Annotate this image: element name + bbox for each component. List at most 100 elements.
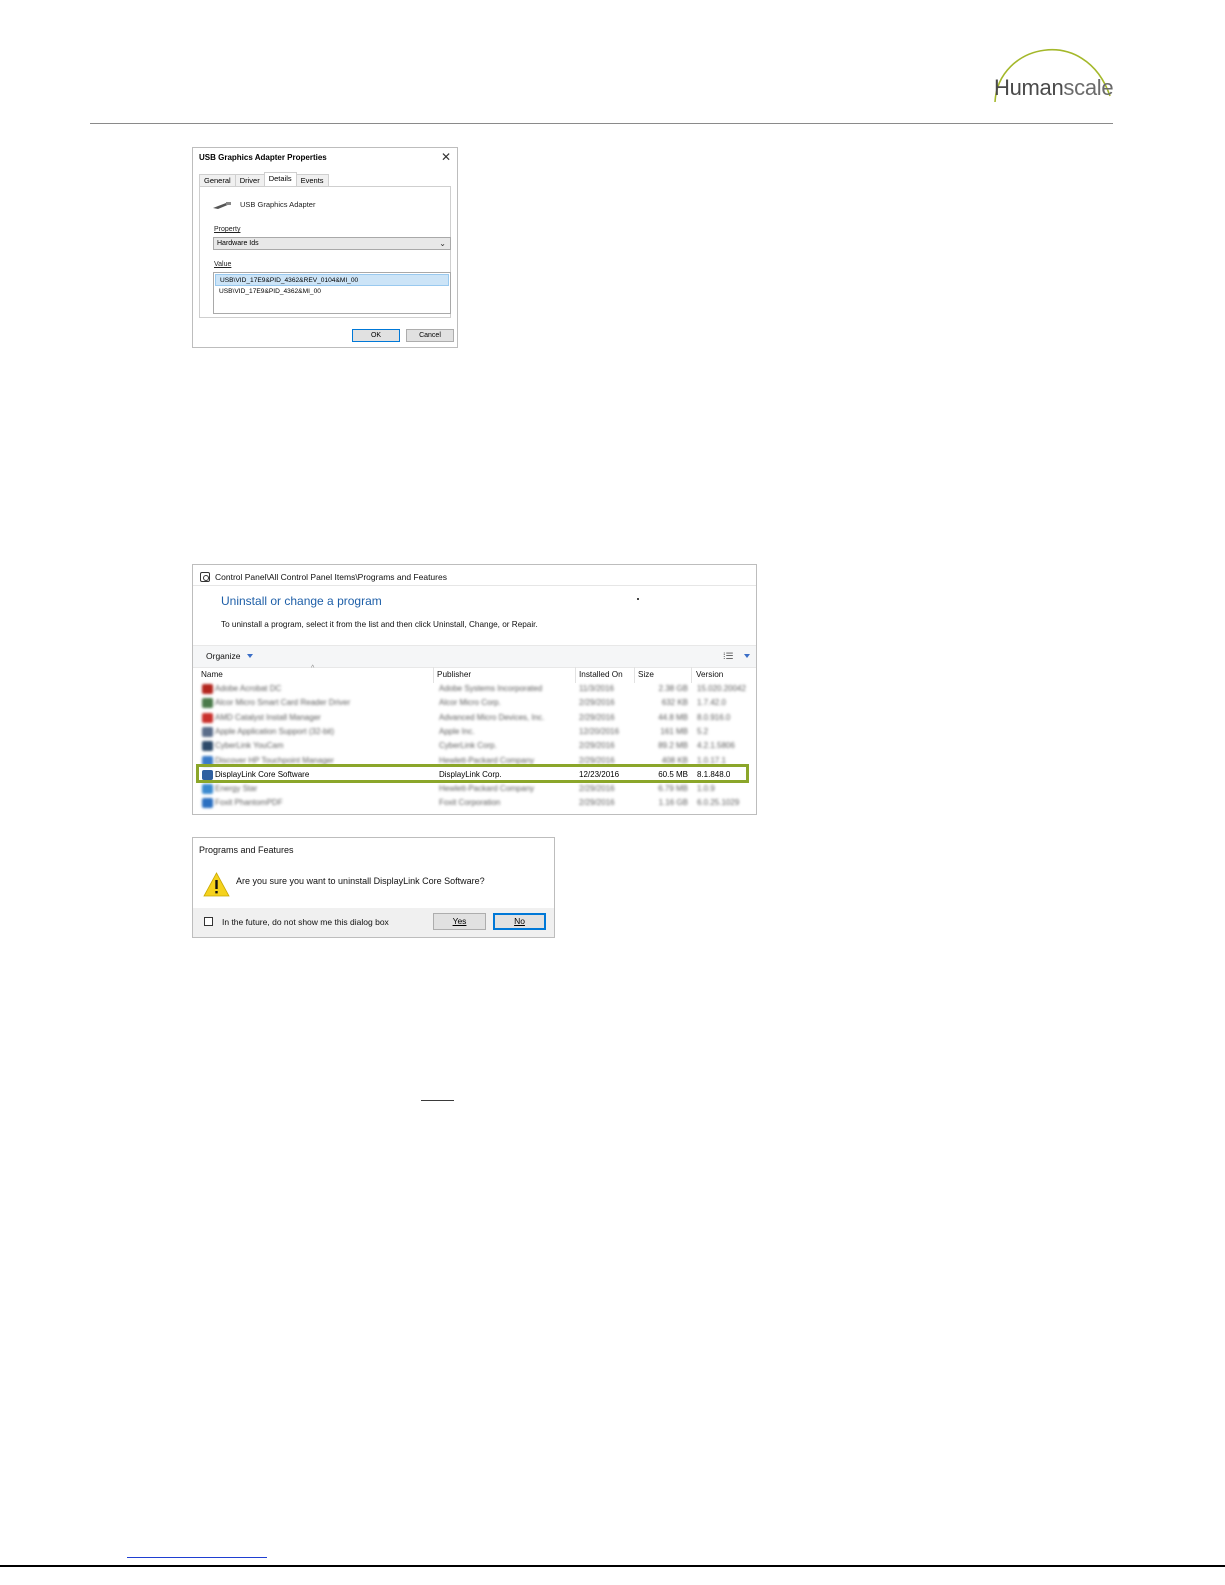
humanscale-logo: Humanscale (994, 75, 1114, 101)
address-path[interactable]: Control Panel\All Control Panel Items\Pr… (215, 572, 447, 582)
logo-part-scale: scale (1063, 75, 1114, 100)
logo-part-human: Human (994, 75, 1064, 100)
cancel-button[interactable]: Cancel (406, 329, 454, 342)
column-header-installed-on[interactable]: Installed On (579, 670, 623, 679)
program-size: 44.8 MB (658, 712, 688, 722)
page-title: Uninstall or change a program (221, 594, 382, 608)
dont-show-checkbox[interactable] (204, 917, 213, 926)
program-size: 632 KB (661, 698, 688, 708)
column-header-name[interactable]: Name (201, 670, 223, 679)
program-installed: 11/3/2016 (579, 684, 614, 693)
value-label: Value (214, 261, 232, 268)
dialog-title: USB Graphics Adapter Properties (199, 153, 327, 162)
programs-and-features-window: Control Panel\All Control Panel Items\Pr… (192, 564, 757, 815)
uninstall-confirm-dialog: Programs and Features Are you sure you w… (192, 837, 555, 938)
program-row[interactable]: Apple Application Support (32-bit) Apple … (193, 725, 756, 739)
program-row[interactable]: CyberLink YouCam CyberLink Corp. 2/29/2016… (193, 739, 756, 753)
page-description: To uninstall a program, select it from t… (221, 620, 538, 629)
program-icon (202, 798, 213, 809)
program-icon (202, 698, 213, 709)
caret-down-icon[interactable] (744, 654, 750, 658)
program-publisher: Advanced Micro Devices, Inc. (439, 712, 545, 722)
program-name: Apple Application Support (32-bit) (215, 726, 335, 736)
program-installed: 2/29/2016 (579, 741, 615, 751)
program-installed: 2/29/2016 (579, 798, 615, 808)
program-version: 1.7.42.0 (697, 698, 726, 708)
program-size: 1.16 GB (658, 798, 688, 808)
program-size: 161 MB (660, 726, 688, 736)
program-icon (202, 741, 213, 752)
footer-divider (0, 1565, 1225, 1567)
program-version: 6.0.25.1029 (697, 798, 740, 808)
program-installed: 12/20/2016 (579, 726, 620, 736)
program-name: Alcor Micro Smart Card Reader Driver (215, 698, 351, 708)
column-separator (691, 667, 692, 683)
program-row[interactable]: Energy Star Hewlett-Packard Company 2/29/2… (193, 782, 756, 796)
program-icon (202, 726, 213, 737)
toolbar: Organize ⁞☰ (193, 645, 756, 668)
program-icon (202, 684, 213, 694)
column-separator (575, 667, 576, 683)
program-installed: 2/29/2016 (579, 698, 615, 708)
program-row[interactable]: Adobe Acrobat DC Adobe Systems Incorporat… (193, 682, 756, 696)
program-publisher: Foxit Corporation (439, 798, 501, 808)
underline-fragment (421, 1100, 454, 1101)
view-options-icon[interactable]: ⁞☰ (723, 651, 734, 662)
sort-indicator-icon: ^ (311, 665, 315, 672)
column-header-version[interactable]: Version (696, 670, 723, 679)
confirm-message: Are you sure you want to uninstall Displ… (236, 876, 485, 886)
value-item-selected[interactable]: USB\VID_17E9&PID_4362&REV_0104&MI_00 (215, 274, 449, 286)
dialog-title: Programs and Features (199, 845, 294, 855)
program-name: Foxit PhantomPDF (215, 798, 283, 808)
program-row[interactable]: AMD Catalyst Install Manager Advanced Mic… (193, 711, 756, 725)
program-version: 5.2 (697, 726, 709, 736)
column-header-size[interactable]: Size (638, 670, 654, 679)
yes-button-label: Yes (452, 916, 467, 926)
organize-menu[interactable]: Organize (206, 651, 241, 661)
program-icon (202, 712, 213, 723)
program-name: CyberLink YouCam (215, 741, 284, 751)
program-publisher: Apple Inc. (439, 726, 475, 736)
column-separator (634, 667, 635, 683)
highlight-box (196, 764, 749, 783)
dont-show-label: In the future, do not show me this dialo… (222, 917, 389, 927)
yes-button[interactable]: Yes (433, 913, 486, 930)
program-size: 89.2 MB (658, 741, 688, 751)
no-button-label: No (514, 916, 525, 926)
dialog-footer: In the future, do not show me this dialo… (193, 908, 554, 937)
usb-properties-dialog: USB Graphics Adapter Properties ✕ Genera… (192, 147, 458, 348)
program-size: 2.38 GB (658, 684, 688, 693)
program-publisher: Adobe Systems Incorporated (439, 684, 543, 693)
program-version: 8.0.916.0 (697, 712, 731, 722)
tab-details[interactable]: Details (263, 172, 297, 187)
program-installed: 2/29/2016 (579, 784, 615, 794)
program-publisher: CyberLink Corp. (439, 741, 497, 751)
divider (193, 585, 756, 586)
program-version: 1.0.9 (697, 784, 715, 794)
control-panel-icon (200, 572, 210, 582)
caret-down-icon[interactable] (247, 654, 253, 658)
property-select-value: Hardware Ids (217, 240, 259, 247)
ok-button[interactable]: OK (352, 329, 400, 342)
program-publisher: Hewlett-Packard Company (439, 784, 535, 794)
close-icon[interactable]: ✕ (441, 150, 451, 164)
no-button[interactable]: No (493, 913, 546, 930)
program-name: Energy Star (215, 784, 258, 794)
program-name: AMD Catalyst Install Manager (215, 712, 321, 722)
property-label: Property (214, 226, 241, 233)
program-installed: 2/29/2016 (579, 712, 615, 722)
program-row[interactable]: Foxit PhantomPDF Foxit Corporation 2/29/20… (193, 796, 756, 810)
program-name: Adobe Acrobat DC (215, 684, 282, 693)
stray-dot (637, 598, 639, 600)
column-separator (433, 667, 434, 683)
header-divider (90, 123, 1113, 124)
value-item[interactable]: USB\VID_17E9&PID_4362&MI_00 (215, 286, 449, 298)
program-row[interactable]: Alcor Micro Smart Card Reader Driver Alco… (193, 696, 756, 710)
column-header-publisher[interactable]: Publisher (437, 670, 471, 679)
program-version: 15.020.20042 (697, 684, 746, 693)
usb-adapter-icon (213, 202, 231, 209)
value-list: USB\VID_17E9&PID_4362&REV_0104&MI_00 USB… (213, 272, 451, 314)
details-panel: USB Graphics Adapter Property Hardware I… (199, 186, 451, 318)
property-select[interactable]: Hardware Ids ⌄ (213, 237, 451, 250)
program-size: 6.79 MB (658, 784, 688, 794)
